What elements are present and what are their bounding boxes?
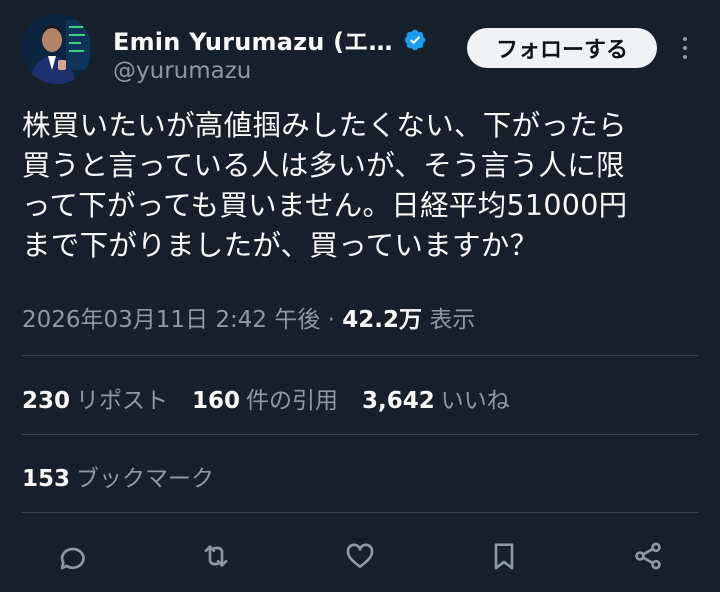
- bookmarks-stat[interactable]: 153 ブックマーク: [22, 459, 214, 493]
- meta-separator: ·: [327, 307, 335, 333]
- verified-badge-icon: [403, 28, 427, 52]
- divider: [22, 512, 698, 513]
- views-label: 表示: [429, 307, 476, 333]
- more-options-icon[interactable]: [676, 34, 694, 62]
- action-bar: [0, 534, 720, 578]
- reposts-stat[interactable]: 230 リポスト: [22, 381, 168, 415]
- views-count: 42.2万: [342, 307, 423, 333]
- quotes-count: 160: [192, 388, 241, 414]
- bookmarks-label: ブックマーク: [76, 466, 215, 492]
- repost-icon[interactable]: [194, 534, 238, 578]
- likes-stat[interactable]: 3,642 いいね: [362, 381, 510, 415]
- tweet-meta: 2026年03月11日 2:42 午後 · 42.2万 表示: [22, 300, 475, 334]
- author-name-row: Emin Yurumazu (エ…: [113, 22, 427, 57]
- divider: [22, 355, 698, 356]
- likes-count: 3,642: [362, 388, 435, 414]
- reposts-count: 230: [22, 388, 71, 414]
- tweet-timestamp[interactable]: 2026年03月11日 2:42 午後: [22, 307, 320, 333]
- author-display-name[interactable]: Emin Yurumazu (エ…: [113, 22, 393, 57]
- reply-icon[interactable]: [50, 534, 94, 578]
- quotes-stat[interactable]: 160 件の引用: [192, 381, 338, 415]
- share-icon[interactable]: [626, 534, 670, 578]
- avatar-photo: [22, 14, 92, 84]
- like-icon[interactable]: [338, 534, 382, 578]
- tweet-text: 株買いたいが高値掴みしたくない、下がったら 買うと言っている人は多いが、そう言う…: [22, 109, 628, 262]
- engagement-stats: 230 リポスト 160 件の引用 3,642 いいね: [22, 381, 510, 415]
- reposts-label: リポスト: [76, 388, 169, 414]
- divider: [22, 434, 698, 435]
- quotes-label: 件の引用: [246, 388, 339, 414]
- follow-button[interactable]: フォローする: [467, 28, 657, 68]
- bookmark-icon[interactable]: [482, 534, 526, 578]
- author-handle[interactable]: @yurumazu: [113, 58, 251, 84]
- likes-label: いいね: [440, 388, 510, 414]
- bookmarks-count: 153: [22, 466, 71, 492]
- author-avatar[interactable]: [22, 14, 92, 84]
